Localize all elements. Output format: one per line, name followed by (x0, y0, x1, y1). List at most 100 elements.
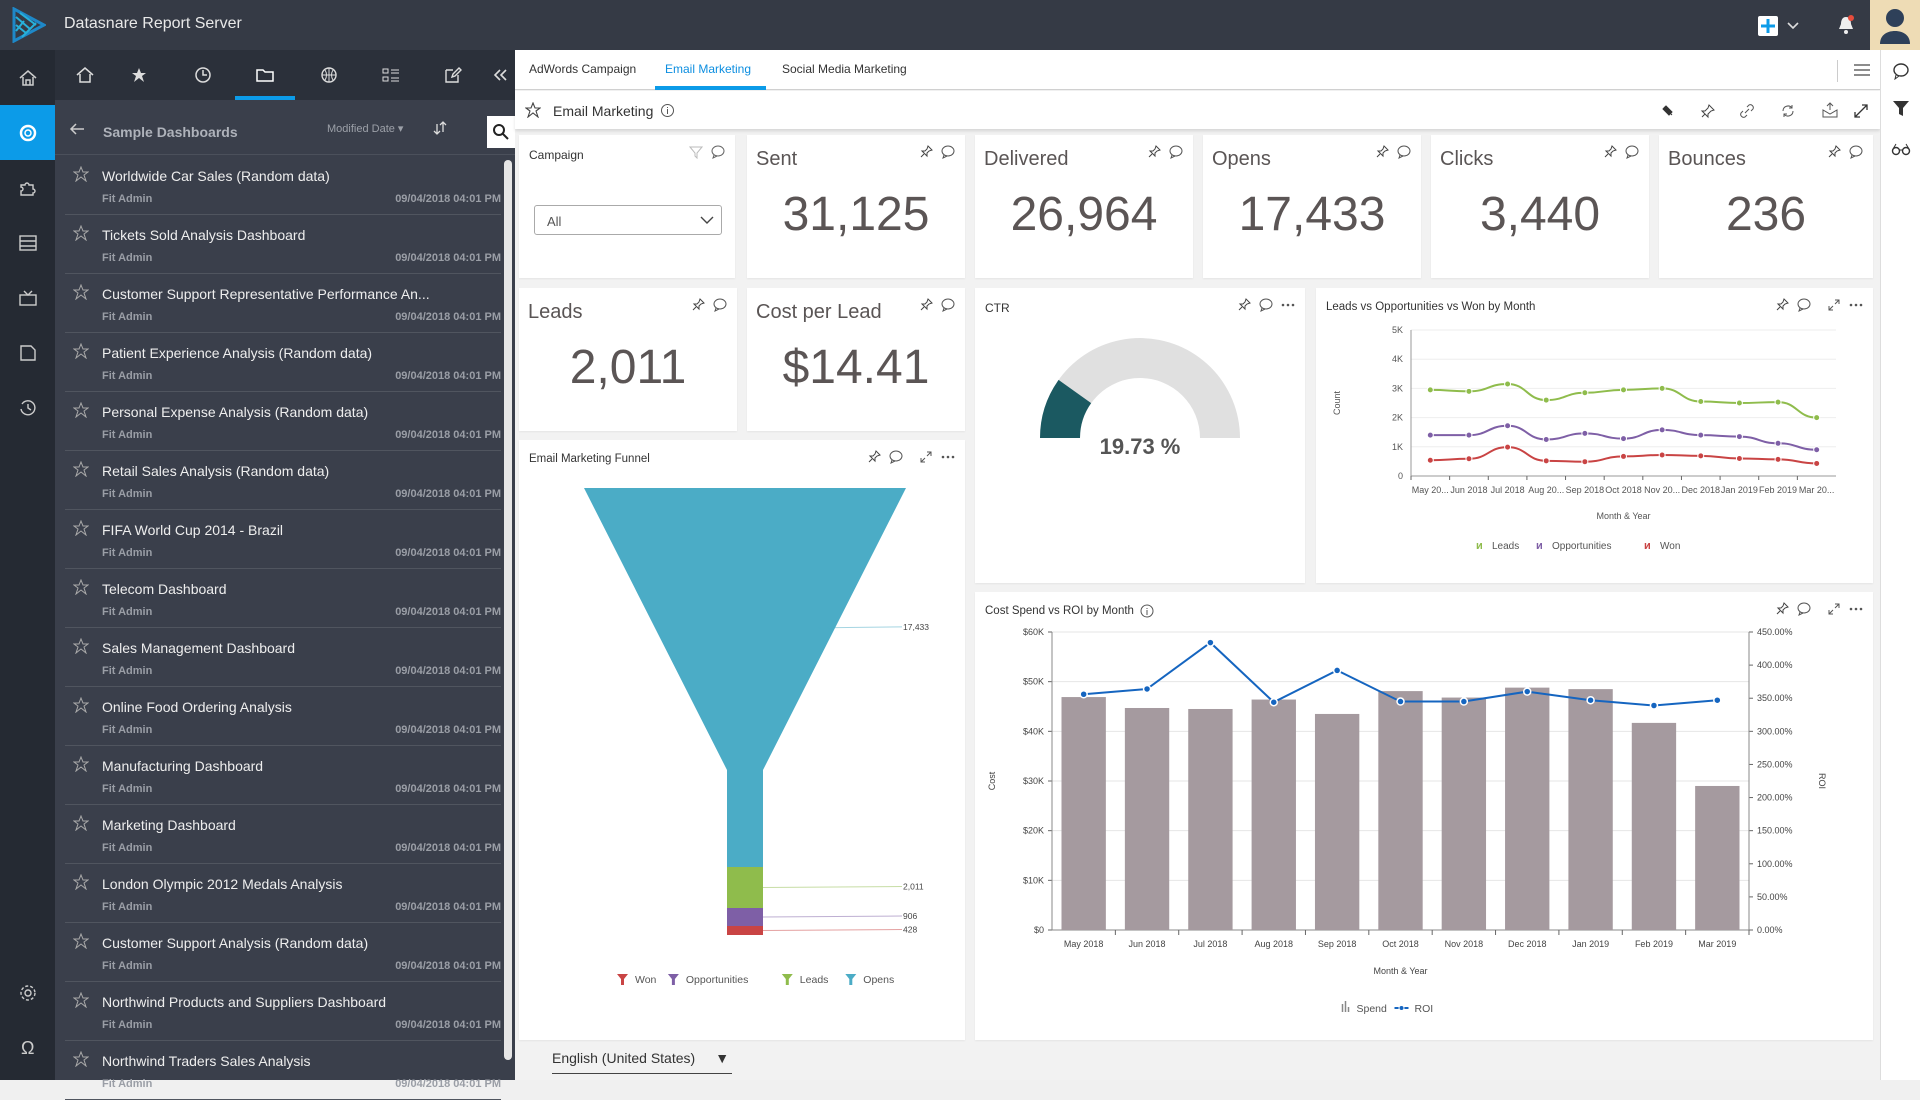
tab-adwords-campaign[interactable]: AdWords Campaign (529, 62, 636, 76)
comment-icon[interactable] (1797, 298, 1811, 312)
dashboard-list-item[interactable]: Customer Support Representative Performa… (65, 274, 501, 333)
more-options-icon[interactable] (941, 450, 955, 464)
pin-icon[interactable] (1700, 103, 1716, 119)
pin-icon[interactable] (1376, 145, 1389, 158)
rail-dashboards[interactable] (0, 105, 55, 160)
info-icon[interactable] (1139, 603, 1155, 619)
fullscreen-icon[interactable] (1853, 103, 1869, 119)
pin-icon[interactable] (920, 298, 933, 311)
star-icon[interactable] (73, 933, 89, 949)
export-icon[interactable] (1821, 102, 1839, 118)
pin-icon[interactable] (920, 145, 933, 158)
dashboard-list-item[interactable]: FIFA World Cup 2014 - Brazil Fit Admin 09/… (65, 510, 501, 569)
nav-favorites[interactable] (109, 50, 169, 100)
comment-icon[interactable] (1259, 298, 1273, 312)
search-button[interactable] (487, 116, 515, 148)
dashboard-list-item[interactable]: Worldwide Car Sales (Random data) Fit Adm… (65, 156, 501, 215)
pin-icon[interactable] (692, 298, 705, 311)
comment-icon[interactable] (941, 145, 955, 159)
star-icon[interactable] (73, 520, 89, 536)
dashboard-list-item[interactable]: Telecom Dashboard Fit Admin 09/04/2018 04:… (65, 569, 501, 628)
comment-icon[interactable] (1169, 145, 1183, 159)
star-icon[interactable] (73, 461, 89, 477)
dashboard-list-item[interactable]: Sales Management Dashboard Fit Admin 09/04… (65, 628, 501, 687)
expand-icon[interactable] (1827, 602, 1841, 616)
tab-email-marketing[interactable]: Email Marketing (665, 62, 751, 76)
pin-icon[interactable] (1604, 145, 1617, 158)
hamburger-menu-icon[interactable] (1853, 62, 1871, 78)
star-icon[interactable] (73, 284, 89, 300)
nav-home[interactable] (55, 50, 115, 100)
nav-list[interactable] (361, 50, 421, 100)
pin-icon[interactable] (1238, 298, 1251, 311)
rail-widgets[interactable] (0, 160, 55, 215)
info-icon[interactable] (660, 103, 675, 118)
comment-icon[interactable] (1849, 145, 1863, 159)
dashboard-list-item[interactable]: Northwind Traders Sales Analysis Fit Admi… (65, 1041, 501, 1100)
bell-icon[interactable] (1836, 14, 1856, 36)
rail-settings[interactable] (0, 965, 55, 1020)
dashboard-list-item[interactable]: Northwind Products and Suppliers Dashboa… (65, 982, 501, 1041)
comment-icon[interactable] (1397, 145, 1411, 159)
rail-tv[interactable] (0, 270, 55, 325)
star-icon[interactable] (73, 992, 89, 1008)
dashboard-list-item[interactable]: Online Food Ordering Analysis Fit Admin 09… (65, 687, 501, 746)
link-icon[interactable] (1739, 103, 1755, 119)
app-logo[interactable] (10, 7, 46, 43)
star-icon[interactable] (73, 579, 89, 595)
dashboard-list-item[interactable]: Manufacturing Dashboard Fit Admin 09/04/20… (65, 746, 501, 805)
comment-icon[interactable] (713, 298, 727, 312)
pin-icon[interactable] (1776, 602, 1789, 615)
collapse-panel-button[interactable] (485, 50, 515, 100)
favorite-star-icon[interactable] (525, 102, 541, 118)
comment-icon[interactable] (889, 450, 903, 464)
more-options-icon[interactable] (1281, 298, 1295, 312)
nav-recent[interactable] (173, 50, 233, 100)
pin-icon[interactable] (1148, 145, 1161, 158)
dashboard-list-item[interactable]: Customer Support Analysis (Random data) F… (65, 923, 501, 982)
tab-social-media-marketing[interactable]: Social Media Marketing (782, 62, 907, 76)
dashboard-list-item[interactable]: Personal Expense Analysis (Random data) F… (65, 392, 501, 451)
comment-icon[interactable] (941, 298, 955, 312)
glasses-icon[interactable] (1891, 142, 1911, 156)
dashboard-list-item[interactable]: Retail Sales Analysis (Random data) Fit A… (65, 451, 501, 510)
list-scrollbar[interactable] (504, 160, 512, 1060)
refresh-icon[interactable] (1780, 103, 1796, 119)
more-options-icon[interactable] (1849, 298, 1863, 312)
filter-icon[interactable] (1892, 100, 1910, 118)
back-arrow-icon[interactable] (69, 122, 85, 136)
filter-icon[interactable] (689, 145, 703, 159)
sort-dropdown[interactable]: Modified Date ▾ (327, 122, 403, 135)
star-icon[interactable] (73, 697, 89, 713)
language-selector[interactable]: English (United States) ▼ (552, 1050, 729, 1066)
nav-folders[interactable] (235, 50, 295, 100)
dashboard-list-item[interactable]: Patient Experience Analysis (Random data… (65, 333, 501, 392)
rail-home[interactable] (0, 50, 55, 105)
pin-icon[interactable] (1776, 298, 1789, 311)
star-icon[interactable] (73, 166, 89, 182)
add-button[interactable] (1758, 16, 1778, 36)
dashboard-list-item[interactable]: Marketing Dashboard Fit Admin 09/04/2018 0… (65, 805, 501, 864)
comment-icon[interactable] (711, 145, 725, 159)
comment-icon[interactable] (1625, 145, 1639, 159)
comment-icon[interactable] (1797, 602, 1811, 616)
expand-icon[interactable] (1827, 298, 1841, 312)
nav-globe[interactable] (299, 50, 359, 100)
star-icon[interactable] (73, 402, 89, 418)
sort-direction-icon[interactable] (432, 120, 448, 136)
pin-icon[interactable] (868, 450, 881, 463)
more-options-icon[interactable] (1849, 602, 1863, 616)
star-icon[interactable] (73, 638, 89, 654)
comment-icon[interactable] (1892, 62, 1910, 80)
rail-history[interactable] (0, 380, 55, 435)
pin-icon[interactable] (1828, 145, 1841, 158)
chevron-down-icon[interactable] (1786, 20, 1800, 32)
star-icon[interactable] (73, 225, 89, 241)
star-icon[interactable] (73, 1051, 89, 1067)
star-icon[interactable] (73, 756, 89, 772)
star-icon[interactable] (73, 815, 89, 831)
nav-edit[interactable] (423, 50, 483, 100)
rail-documents[interactable] (0, 325, 55, 380)
dashboard-list-item[interactable]: London Olympic 2012 Medals Analysis Fit A… (65, 864, 501, 923)
dashboard-list-item[interactable]: Tickets Sold Analysis Dashboard Fit Admin… (65, 215, 501, 274)
